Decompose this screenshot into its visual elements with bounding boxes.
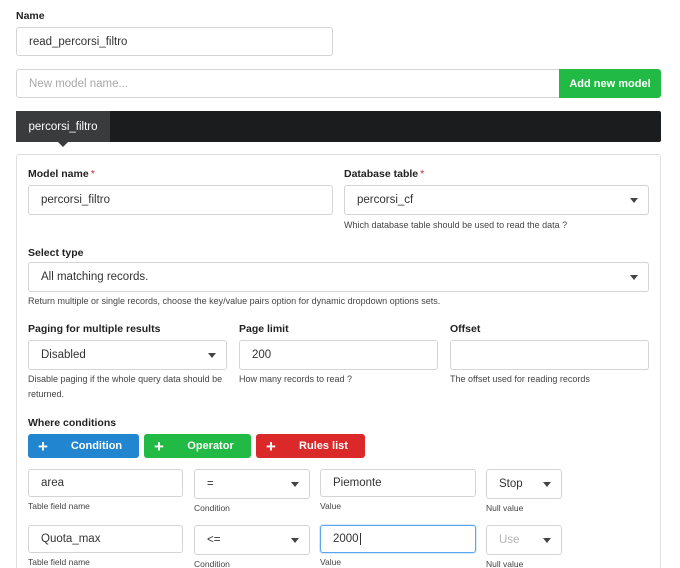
select-type-select[interactable]: All matching records. xyxy=(28,262,649,292)
null-value-caption: Null value xyxy=(486,559,524,568)
condition-value-input[interactable]: 2000 xyxy=(320,525,476,553)
page-limit-value: 200 xyxy=(252,349,272,361)
null-value-caption: Null value xyxy=(486,503,524,513)
condition-caption: Condition xyxy=(194,559,230,568)
plus-icon: + xyxy=(38,436,48,456)
chevron-down-icon xyxy=(291,538,299,543)
condition-field-value: area xyxy=(41,477,65,489)
page-limit-input[interactable]: 200 xyxy=(239,340,438,370)
database-table-select[interactable]: percorsi_cf xyxy=(344,185,649,215)
model-tab-bar xyxy=(16,111,661,142)
offset-label: Offset xyxy=(450,323,481,335)
add-new-model-label: Add new model xyxy=(569,77,651,90)
add-condition-button[interactable]: + Condition xyxy=(28,434,139,458)
condition-operator-value: <= xyxy=(207,534,221,546)
value-caption: Value xyxy=(320,501,342,511)
offset-input[interactable] xyxy=(450,340,649,370)
null-value-select[interactable]: Use xyxy=(486,525,562,555)
model-name-label: Model name * xyxy=(28,168,95,180)
null-value-text: Use xyxy=(499,534,520,546)
table-field-caption: Table field name xyxy=(28,557,90,567)
text-cursor xyxy=(359,533,361,545)
condition-value-text: 2000 xyxy=(333,533,359,545)
table-field-caption: Table field name xyxy=(28,501,90,511)
condition-operator-select[interactable]: = xyxy=(194,469,310,499)
select-type-label: Select type xyxy=(28,247,84,259)
null-value-text: Stop xyxy=(499,478,523,490)
select-type-help: Return multiple or single records, choos… xyxy=(28,296,441,306)
tab-percorsi-filtro[interactable]: percorsi_filtro xyxy=(16,111,110,142)
chevron-down-icon xyxy=(291,482,299,487)
add-rules-list-label: Rules list xyxy=(299,440,348,452)
active-tab-pointer xyxy=(58,142,68,147)
new-model-input[interactable]: New model name... xyxy=(16,69,561,98)
condition-field-value: Quota_max xyxy=(41,533,101,545)
plus-icon: + xyxy=(266,436,276,456)
add-condition-label: Condition xyxy=(70,440,123,452)
select-type-value: All matching records. xyxy=(41,271,149,283)
paging-help: Disable paging if the whole query data s… xyxy=(28,374,223,399)
condition-value-input[interactable]: Piemonte xyxy=(320,469,476,497)
tab-percorsi-filtro-label: percorsi_filtro xyxy=(28,120,98,133)
model-name-value: percorsi_filtro xyxy=(41,194,111,206)
add-operator-label: Operator xyxy=(187,440,234,452)
paging-label: Paging for multiple results xyxy=(28,323,161,335)
model-name-input[interactable]: percorsi_filtro xyxy=(28,185,333,215)
chevron-down-icon xyxy=(208,353,216,358)
database-table-value: percorsi_cf xyxy=(357,194,414,206)
condition-field-input[interactable]: area xyxy=(28,469,183,497)
add-operator-button[interactable]: + Operator xyxy=(144,434,251,458)
page-limit-help: How many records to read ? xyxy=(239,374,353,384)
add-rules-list-button[interactable]: + Rules list xyxy=(256,434,365,458)
offset-help: The offset used for reading records xyxy=(450,374,590,384)
chevron-down-icon xyxy=(630,275,638,280)
condition-caption: Condition xyxy=(194,503,230,513)
chevron-down-icon xyxy=(543,538,551,543)
database-table-help: Which database table should be used to r… xyxy=(344,220,568,230)
name-label: Name xyxy=(16,10,45,22)
new-model-placeholder: New model name... xyxy=(29,77,129,90)
condition-value-text: Piemonte xyxy=(333,477,382,489)
chevron-down-icon xyxy=(543,482,551,487)
paging-value: Disabled xyxy=(41,349,86,361)
name-input[interactable]: read_percorsi_filtro xyxy=(16,27,333,56)
plus-icon: + xyxy=(154,436,164,456)
add-new-model-button[interactable]: Add new model xyxy=(559,69,661,98)
where-conditions-label: Where conditions xyxy=(28,417,117,429)
value-caption: Value xyxy=(320,557,342,567)
null-value-select[interactable]: Stop xyxy=(486,469,562,499)
condition-operator-select[interactable]: <= xyxy=(194,525,310,555)
paging-select[interactable]: Disabled xyxy=(28,340,227,370)
name-input-value: read_percorsi_filtro xyxy=(29,35,128,48)
database-table-label: Database table * xyxy=(344,168,425,180)
page-limit-label: Page limit xyxy=(239,323,289,335)
condition-operator-value: = xyxy=(207,478,214,490)
chevron-down-icon xyxy=(630,198,638,203)
condition-field-input[interactable]: Quota_max xyxy=(28,525,183,553)
